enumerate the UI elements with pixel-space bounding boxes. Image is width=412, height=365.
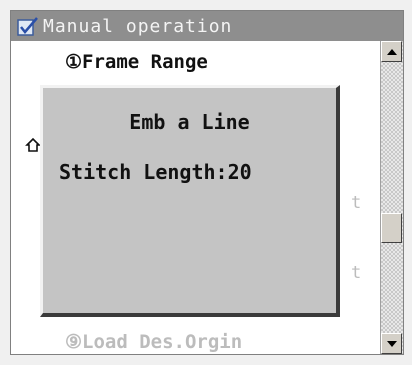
- scroll-down-button[interactable]: [381, 333, 402, 354]
- stitch-length-value[interactable]: 20: [228, 160, 252, 184]
- list-item-partial-text: t: [351, 263, 362, 283]
- window-title: Manual operation: [43, 15, 233, 37]
- list-item-load-des-origin[interactable]: ⑨Load Des.Orgin: [65, 331, 242, 353]
- stitch-length-label: Stitch Length:: [59, 160, 228, 184]
- dialog-title: Emb a Line: [129, 110, 250, 134]
- home-icon: [25, 137, 41, 153]
- scroll-thumb[interactable]: [381, 213, 402, 243]
- vertical-scrollbar[interactable]: [380, 41, 403, 354]
- list-item-partial-text: t: [351, 193, 362, 213]
- scroll-up-button[interactable]: [381, 41, 402, 62]
- title-bar[interactable]: Manual operation: [11, 11, 403, 41]
- emb-line-dialog: Emb a Line Stitch Length:20: [40, 85, 340, 317]
- checkbox-icon: [17, 16, 39, 36]
- list-item-frame-range[interactable]: ①Frame Range: [65, 51, 208, 73]
- stitch-length-row: Stitch Length:20: [59, 160, 252, 184]
- arrow-down-icon: [386, 340, 397, 347]
- arrow-up-icon: [386, 48, 397, 55]
